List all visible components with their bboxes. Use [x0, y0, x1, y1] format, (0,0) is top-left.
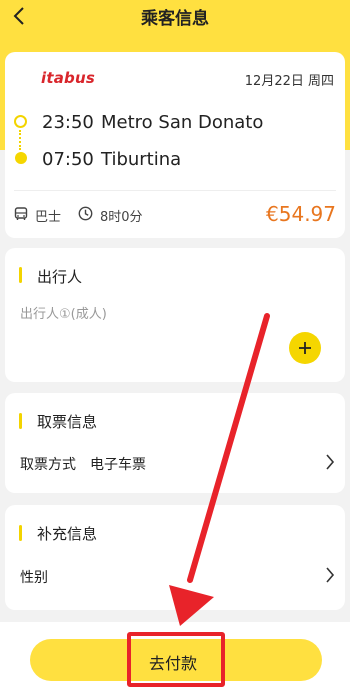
- departure-time: 23:50: [42, 112, 94, 133]
- departure-marker-icon: [14, 115, 27, 128]
- departure-station: Metro San Donato: [101, 112, 264, 133]
- gender-label[interactable]: 性别: [20, 567, 48, 587]
- bus-icon: [14, 207, 28, 220]
- chevron-right-icon[interactable]: [325, 453, 335, 471]
- section-accent: [19, 267, 22, 283]
- page-title: 乘客信息: [141, 9, 209, 29]
- add-passenger-button[interactable]: [289, 332, 321, 364]
- arrival-station: Tiburtina: [101, 149, 182, 170]
- ticket-price: €54.97: [266, 202, 336, 226]
- trip-duration: 8时0分: [100, 210, 143, 225]
- section-accent: [19, 525, 22, 541]
- ticket-info-card: 取票信息 取票方式 电子车票: [5, 393, 345, 493]
- ticket-section-title: 取票信息: [37, 413, 98, 431]
- section-accent: [19, 413, 22, 429]
- ticket-method-value[interactable]: 电子车票: [90, 454, 146, 474]
- plus-icon: [299, 342, 311, 354]
- extra-section-title: 补充信息: [37, 525, 98, 543]
- vehicle-type: 巴士: [35, 210, 62, 225]
- extra-info-card: 补充信息 性别: [5, 505, 345, 610]
- ticket-method-label[interactable]: 取票方式: [20, 454, 76, 474]
- passenger-card: 出行人 出行人①(成人): [5, 248, 345, 382]
- arrival-time: 07:50: [42, 149, 94, 170]
- passenger-section-title: 出行人: [37, 268, 83, 286]
- divider: [14, 190, 336, 191]
- passenger-slot[interactable]: 出行人①(成人): [20, 303, 107, 322]
- clock-icon: [78, 206, 93, 221]
- operator-logo: itabus: [41, 69, 95, 87]
- trip-date: 12月22日 周四: [244, 74, 334, 89]
- route-line: [19, 130, 21, 150]
- chevron-right-icon[interactable]: [325, 566, 335, 584]
- annotation-highlight-box: [127, 632, 225, 687]
- trip-card: itabus 12月22日 周四 23:50 Metro San Donato …: [5, 52, 345, 238]
- header: 乘客信息: [0, 0, 350, 34]
- arrival-marker-icon: [15, 152, 27, 164]
